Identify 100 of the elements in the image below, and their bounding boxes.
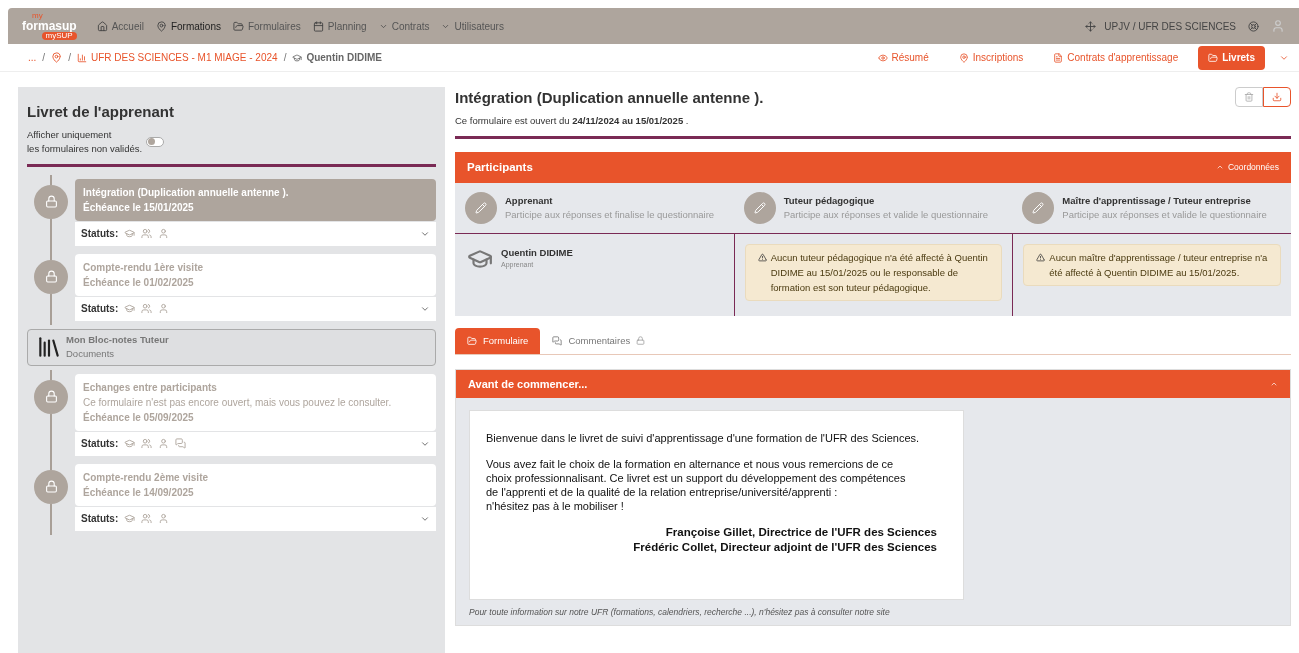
logo[interactable]: my formasup mySUP <box>22 12 77 40</box>
graduate-icon <box>124 228 136 239</box>
form-card[interactable]: Compte-rendu 1ère visite Échéance le 01/02/2025 <box>75 253 436 296</box>
notebook-title: Mon Bloc-notes Tuteur <box>66 332 169 347</box>
tab-icon <box>1208 52 1219 63</box>
learner-name: Quentin DIDIME <box>501 245 573 260</box>
nav-icon <box>155 20 167 32</box>
notebook-subtitle: Documents <box>66 347 116 361</box>
notebook-card[interactable]: Mon Bloc-notes Tuteur Documents <box>27 328 436 366</box>
role-description: Participe aux réponses et valide le questionnaire <box>1062 207 1267 222</box>
location-icon[interactable] <box>51 52 63 63</box>
form-card[interactable]: Echanges entre participants Ce formulaire n'est pas encore ouvert, mais vous pouvez le consulter. Échéance le 05/09/2025 <box>75 373 436 431</box>
content-tab[interactable]: Formulaire <box>455 327 541 354</box>
filter-toggle[interactable] <box>146 136 165 147</box>
statuts-label: Statuts: <box>81 302 119 316</box>
user-icon <box>158 228 170 239</box>
warning-text: Aucun maître d'apprentissage / tuteur entreprise n'a été affecté à Quentin DIDIME au 15/01/2025. <box>1049 250 1268 280</box>
letter-signature: Frédéric Collet, Directeur adjoint de l'UFR des Sciences <box>632 539 938 555</box>
nav-link[interactable]: Formations <box>155 18 221 34</box>
breadcrumb-separator: / <box>283 51 287 65</box>
lock-icon <box>636 336 646 346</box>
trash-icon <box>1244 92 1254 102</box>
lock-icon <box>44 195 58 208</box>
sidebar-title: Livret de l'apprenant <box>27 102 175 122</box>
form-due-date: Échéance le 15/01/2025 <box>83 200 195 215</box>
statuts-label: Statuts: <box>81 512 119 526</box>
user-icon <box>158 438 170 449</box>
logo-badge: mySUP <box>41 32 77 40</box>
form-due-date: Échéance le 14/09/2025 <box>83 485 195 500</box>
users-icon <box>141 303 153 314</box>
graduate-icon <box>292 52 303 63</box>
content-tab[interactable]: Commentaires <box>540 327 658 354</box>
participants-title: Participants <box>467 159 533 175</box>
breadcrumb-separator: / <box>68 51 71 65</box>
graduate-icon <box>124 438 136 449</box>
books-icon <box>36 334 62 360</box>
users-icon <box>141 438 153 449</box>
nav-icon <box>312 20 324 32</box>
user-icon <box>158 513 170 524</box>
breadcrumb-link[interactable]: ... <box>28 50 37 65</box>
letter-paragraph: Vous avez fait le choix de la formation en alternance et nous vous remercions de ce choix professionnalisant. Ce livret est un support du développement des compétences de l'apprenti et de la qualité de la relation entreprise/université/apprenti : n'hésitez pas à le mobiliser ! <box>486 456 907 513</box>
form-title: Intégration (Duplication annuelle antenne ). <box>83 185 290 200</box>
breadcrumb-current: Quentin DIDIME <box>292 50 382 65</box>
logo-text: formasup <box>22 20 77 32</box>
form-period: Ce formulaire est ouvert du 24/11/2024 au 15/01/2025 . <box>455 113 690 128</box>
comments-icon <box>175 438 187 449</box>
users-icon <box>141 513 153 524</box>
section-title: Avant de commencer... <box>468 376 588 392</box>
tab-icon <box>552 335 563 346</box>
page-tab[interactable]: Contrats d'apprentissage <box>1043 45 1189 70</box>
users-icon <box>141 228 153 239</box>
lock-icon <box>44 390 58 403</box>
page-tab[interactable]: Inscriptions <box>948 45 1034 70</box>
warning-icon <box>757 252 767 262</box>
tab-icon <box>877 52 888 63</box>
breadcrumb-separator: / <box>42 51 46 65</box>
letter-signature: Françoise Gillet, Directrice de l'UFR des Sciences <box>664 524 938 540</box>
form-due-date: Échéance le 05/09/2025 <box>83 410 195 425</box>
pencil-icon <box>1032 201 1045 214</box>
logo-small-text: my <box>32 12 44 20</box>
nav-link[interactable]: Planning <box>312 18 367 34</box>
user-icon <box>158 303 170 314</box>
form-title: Echanges entre participants <box>83 380 218 395</box>
role-name: Maître d'apprentissage / Tuteur entreprise <box>1062 193 1252 208</box>
form-card[interactable]: Compte-rendu 2ème visite Échéance le 14/09/2025 <box>75 463 436 506</box>
statuts-label: Statuts: <box>81 437 119 451</box>
pencil-icon <box>753 201 766 214</box>
info-footer: Pour toute information sur notre UFR (formations, calendriers, recherche ...), n'hésitez pas à consulter notre site <box>469 605 1290 619</box>
download-icon <box>1272 92 1282 102</box>
form-title: Compte-rendu 1ère visite <box>83 260 205 275</box>
page-tab[interactable]: Livrets <box>1198 45 1265 70</box>
nav-link[interactable]: Formulaires <box>232 18 301 34</box>
tab-icon <box>958 52 969 63</box>
nav-link[interactable]: Accueil <box>96 18 144 34</box>
warning-icon <box>1036 252 1046 262</box>
breadcrumb-link[interactable]: UFR DES SCIENCES - M1 MIAGE - 2024 <box>76 50 278 65</box>
filter-label: Afficher uniquement les formulaires non validés. <box>27 127 143 156</box>
form-card[interactable]: Intégration (Duplication annuelle antenne ). Échéance le 15/01/2025 <box>75 178 436 221</box>
role-description: Participe aux réponses et valide le questionnaire <box>783 207 989 222</box>
form-title: Compte-rendu 2ème visite <box>83 470 210 485</box>
delete-button[interactable] <box>1235 87 1263 107</box>
form-due-date: Échéance le 01/02/2025 <box>83 275 195 290</box>
nav-icon <box>96 20 108 32</box>
tab-icon <box>467 335 477 346</box>
context-label[interactable]: UPJV / UFR DES SCIENCES <box>1104 18 1236 34</box>
move-icon <box>1085 20 1097 32</box>
nav-link[interactable]: Contrats <box>378 18 430 34</box>
nav-icon <box>232 20 244 32</box>
page-tab[interactable]: Résumé <box>867 45 939 70</box>
form-heading: Intégration (Duplication annuelle antenne ). <box>455 88 764 108</box>
coordonnees-toggle[interactable]: Coordonnées <box>1215 160 1279 174</box>
form-note: Ce formulaire n'est pas encore ouvert, mais vous pouvez le consulter. <box>83 395 393 410</box>
nav-link[interactable]: Utilisateurs <box>441 18 504 34</box>
warning-text: Aucun tuteur pédagogique n'a été affecté à Quentin DIDIME au 15/01/2025 ou le responsable de formation est son tuteur pédagogique. <box>770 250 989 295</box>
role-name: Apprenant <box>505 193 554 208</box>
lock-icon <box>44 480 58 493</box>
graduate-icon <box>124 513 136 524</box>
role-name: Tuteur pédagogique <box>783 193 876 208</box>
download-button[interactable] <box>1263 87 1291 107</box>
help-icon[interactable] <box>1248 20 1259 32</box>
